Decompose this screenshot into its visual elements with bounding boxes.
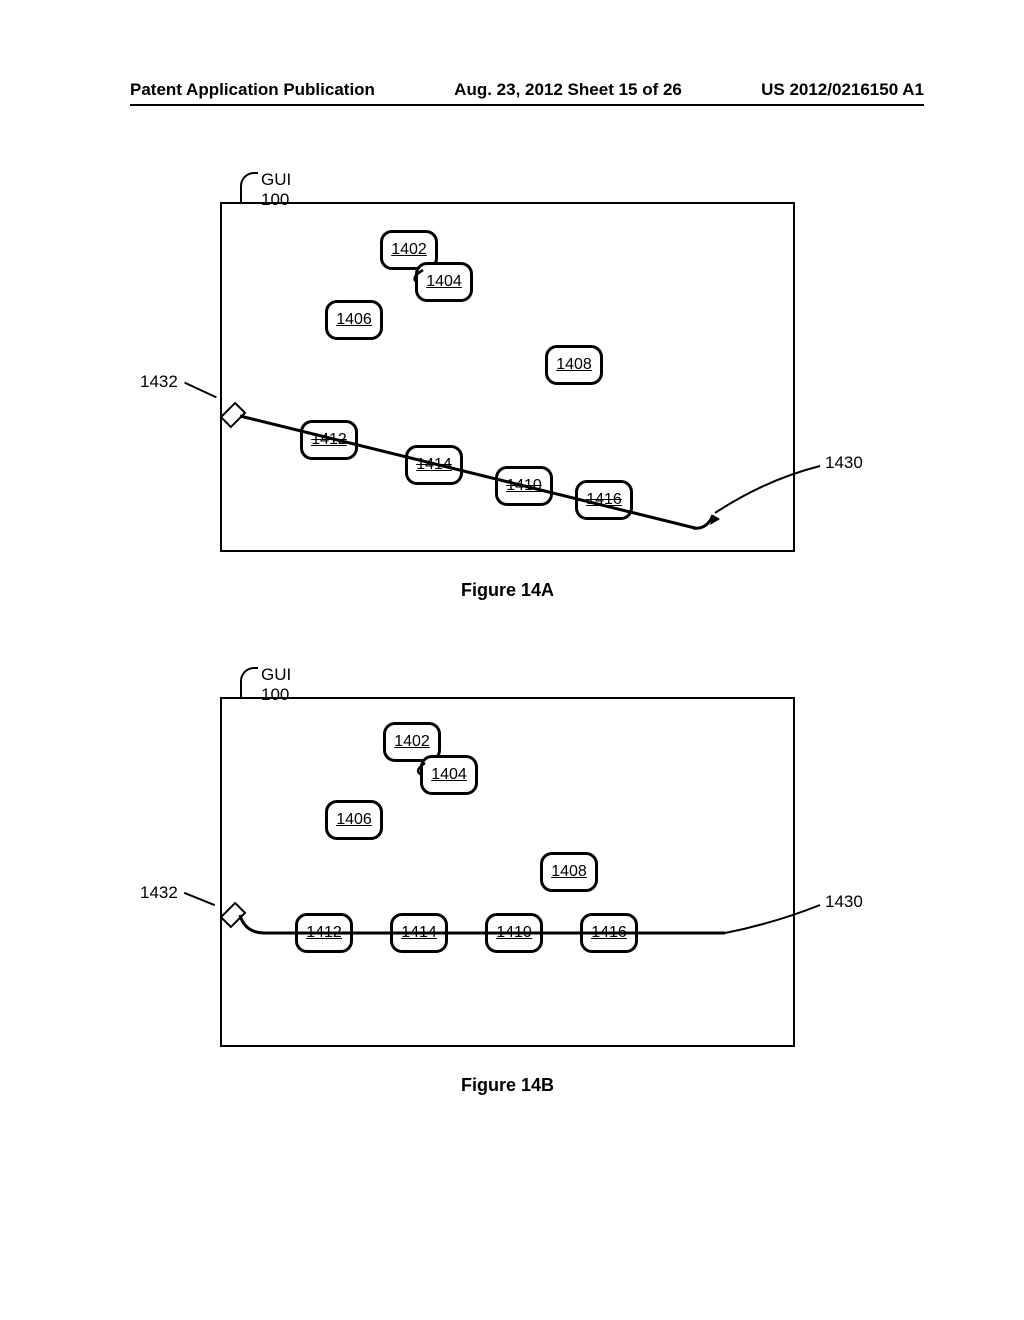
label-1432-a: 1432: [140, 372, 178, 392]
node-1406-b: 1406: [325, 800, 383, 840]
node-1416-b: 1416: [580, 913, 638, 953]
page-header: Patent Application Publication Aug. 23, …: [0, 80, 1024, 106]
label-1430-b: 1430: [825, 892, 863, 912]
node-1404-b: 1404: [420, 755, 478, 795]
node-1412-a: 1412: [300, 420, 358, 460]
node-1414-b: 1414: [390, 913, 448, 953]
gui-box-b: [220, 697, 795, 1047]
header-left: Patent Application Publication: [130, 80, 375, 100]
node-1416-a: 1416: [575, 480, 633, 520]
node-1404: 1404: [415, 262, 473, 302]
node-1410-a: 1410: [495, 466, 553, 506]
node-1408: 1408: [545, 345, 603, 385]
caption-14b: Figure 14B: [125, 1075, 890, 1096]
leader-1432-a: [184, 382, 217, 399]
label-1432-b: 1432: [140, 883, 178, 903]
gui-leader-a: [240, 172, 258, 204]
label-1430-a: 1430: [825, 453, 863, 473]
node-1408-b: 1408: [540, 852, 598, 892]
node-1412-b: 1412: [295, 913, 353, 953]
leader-1432-b: [184, 892, 215, 906]
caption-14a: Figure 14A: [125, 580, 890, 601]
header-rule: [130, 104, 924, 106]
node-1410-b: 1410: [485, 913, 543, 953]
node-1406: 1406: [325, 300, 383, 340]
header-middle: Aug. 23, 2012 Sheet 15 of 26: [454, 80, 682, 100]
gui-leader-b: [240, 667, 258, 699]
node-1414-a: 1414: [405, 445, 463, 485]
header-right: US 2012/0216150 A1: [761, 80, 924, 100]
